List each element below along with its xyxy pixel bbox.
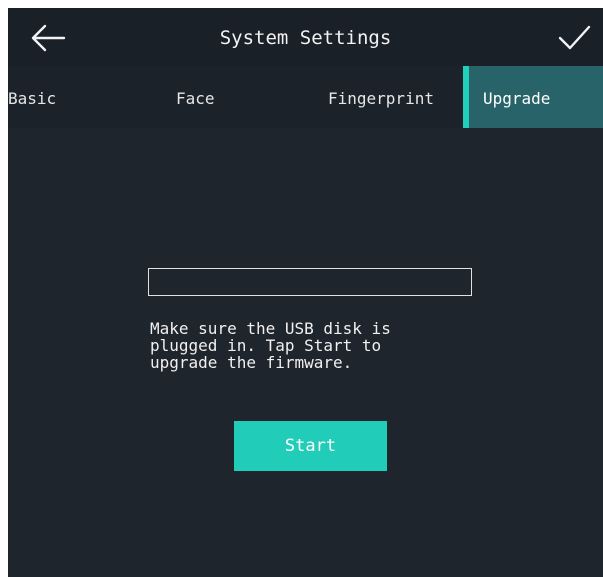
checkmark-icon[interactable] bbox=[557, 22, 591, 54]
upgrade-progress-bar bbox=[148, 268, 472, 296]
tab-upgrade[interactable]: Upgrade bbox=[463, 66, 603, 128]
tab-bar: Basic Face Fingerprint Upgrade bbox=[8, 66, 603, 128]
tab-basic[interactable]: Basic bbox=[8, 66, 56, 128]
upgrade-screen: System Settings Basic Face Fingerprint U… bbox=[8, 8, 603, 577]
start-button[interactable]: Start bbox=[234, 421, 387, 471]
header-bar: System Settings bbox=[8, 8, 603, 66]
tab-fingerprint[interactable]: Fingerprint bbox=[328, 66, 434, 128]
page-title: System Settings bbox=[219, 27, 392, 49]
tab-face[interactable]: Face bbox=[176, 66, 215, 128]
upgrade-instructions: Make sure the USB disk is plugged in. Ta… bbox=[150, 319, 391, 372]
